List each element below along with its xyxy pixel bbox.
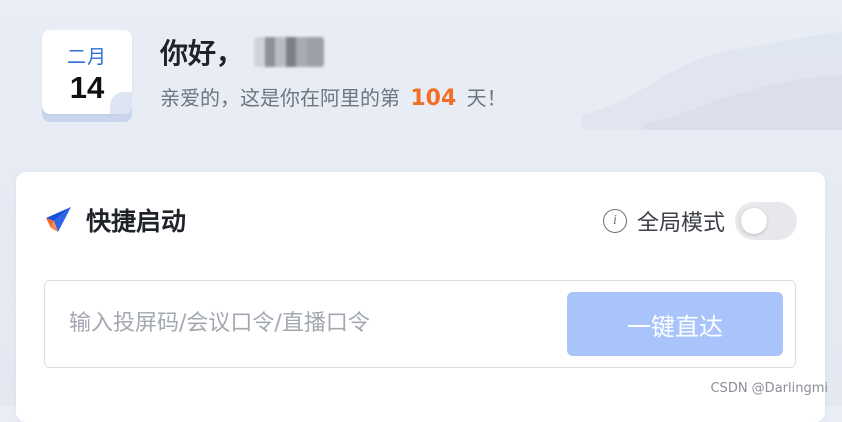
calendar-month: 二月 bbox=[66, 46, 107, 68]
code-input-row: 一键直达 bbox=[44, 280, 796, 368]
card-title: 快捷启动 bbox=[86, 207, 187, 236]
greeting: 你好， 亲爱的，这是你在阿里的第 104 天！ bbox=[160, 32, 507, 111]
toggle-knob bbox=[741, 208, 767, 234]
greeting-hello: 你好， bbox=[160, 37, 245, 70]
calendar-page-fold bbox=[110, 92, 132, 114]
rocket-icon bbox=[46, 207, 71, 232]
code-input[interactable] bbox=[45, 281, 565, 366]
go-direct-button[interactable]: 一键直达 bbox=[567, 292, 783, 356]
info-icon[interactable]: i bbox=[602, 209, 627, 233]
watermark: CSDN @Darlingmi bbox=[710, 381, 828, 396]
card-header: 快捷启动 bbox=[42, 202, 186, 238]
subtitle-prefix: 亲爱的，这是你在阿里的第 bbox=[160, 86, 400, 110]
background-mountains bbox=[582, 32, 842, 130]
greeting-title: 你好， bbox=[160, 32, 507, 72]
calendar-face: 二月 14 bbox=[42, 30, 132, 114]
days-count: 104 bbox=[410, 86, 457, 111]
blurred-user-name bbox=[254, 37, 325, 67]
quick-start-card: 快捷启动 i 全局模式 一键直达 bbox=[16, 172, 825, 422]
global-mode-label: 全局模式 bbox=[636, 211, 725, 236]
global-mode-control: i 全局模式 bbox=[602, 202, 797, 240]
calendar-widget: 二月 14 bbox=[42, 30, 132, 122]
subtitle-suffix: 天！ bbox=[466, 86, 507, 110]
greeting-subtitle: 亲爱的，这是你在阿里的第 104 天！ bbox=[160, 82, 507, 111]
global-mode-toggle[interactable] bbox=[735, 202, 797, 240]
